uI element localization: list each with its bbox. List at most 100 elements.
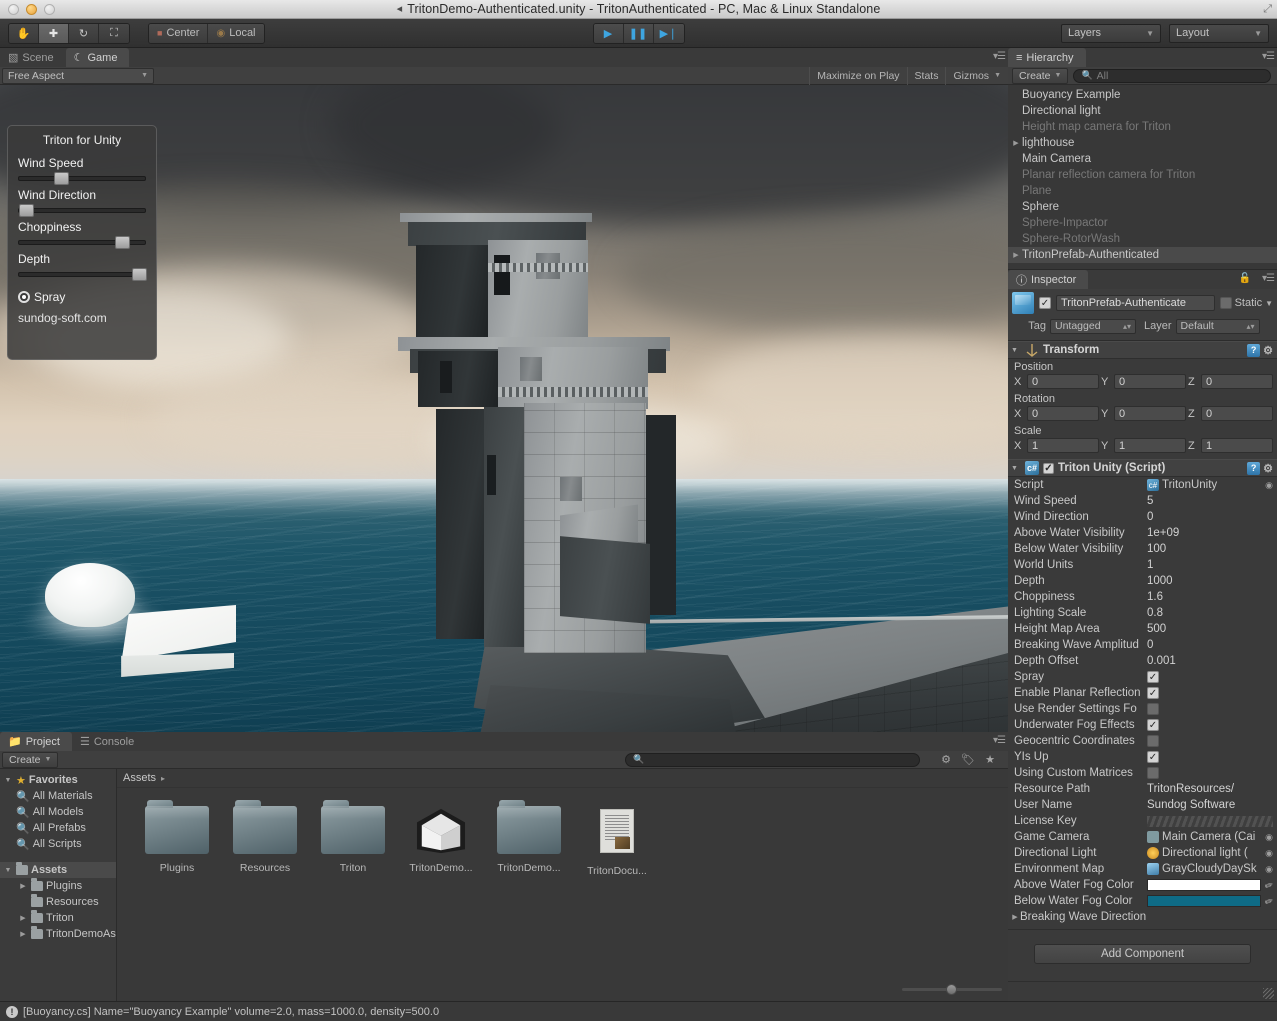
property-checkbox[interactable]: ✓ (1147, 703, 1159, 715)
hierarchy-item-tritonprefab-authenticated[interactable]: ▶ TritonPrefab-Authenticated (1008, 247, 1277, 263)
tree-item-all-materials[interactable]: 🔍 All Materials (0, 788, 116, 804)
project-search-input[interactable]: 🔍 (625, 752, 920, 767)
below-water-fog-color-swatch[interactable] (1147, 895, 1261, 907)
property-row-depth-offset[interactable]: Depth Offset 0.001 (1008, 653, 1277, 669)
tab-game[interactable]: ☾ Game (65, 48, 130, 67)
tree-item-all-scripts[interactable]: 🔍 All Scripts (0, 836, 116, 852)
property-value[interactable]: 0.001 (1147, 655, 1277, 667)
hierarchy-item-lighthouse[interactable]: ▶ lighthouse (1008, 135, 1277, 151)
property-row-wind-direction[interactable]: Wind Direction 0 (1008, 509, 1277, 525)
wind-speed-slider[interactable] (18, 172, 146, 185)
property-row-y-is-up[interactable]: YIs Up ✓ (1008, 749, 1277, 765)
chevron-right-icon[interactable]: ▶ (18, 882, 28, 890)
tree-item-tritondemoassets[interactable]: ▶ TritonDemoAs (0, 926, 116, 942)
chevron-right-icon[interactable]: ▶ (1010, 139, 1022, 147)
rotation-y-field[interactable]: 0 (1114, 406, 1186, 421)
lock-open-icon[interactable]: 🔓 (1239, 273, 1251, 284)
layers-dropdown[interactable]: Layers ▼ (1061, 23, 1161, 43)
property-row-height-map-area[interactable]: Height Map Area 500 (1008, 621, 1277, 637)
spray-radio-icon[interactable] (18, 291, 30, 303)
hierarchy-item-buoyancy-example[interactable]: Buoyancy Example (1008, 87, 1277, 103)
status-bar[interactable]: ! [Buoyancy.cs] Name="Buoyancy Example" … (0, 1001, 1277, 1021)
property-row-world-units[interactable]: World Units 1 (1008, 557, 1277, 573)
property-value[interactable]: 0 (1147, 639, 1277, 651)
tree-item-all-prefabs[interactable]: 🔍 All Prefabs (0, 820, 116, 836)
panel-menu-icon[interactable]: ▾☰ (993, 51, 1006, 62)
gear-icon[interactable]: ⚙ (1263, 462, 1273, 475)
scale-x-field[interactable]: 1 (1027, 438, 1099, 453)
rotate-tool-button[interactable]: ↻ (69, 23, 99, 43)
help-icon[interactable]: ? (1247, 343, 1261, 357)
hand-tool-button[interactable]: ✋ (9, 23, 39, 43)
property-object-ref[interactable]: Main Camera (Cai ◉ (1147, 831, 1277, 843)
layer-dropdown[interactable]: Default ▴▾ (1175, 318, 1260, 334)
object-picker-icon[interactable]: ◉ (1265, 480, 1277, 491)
tab-scene[interactable]: ▧ Scene (0, 48, 66, 67)
chevron-right-icon[interactable]: ▶ (1010, 913, 1020, 921)
gear-icon[interactable]: ⚙ (1263, 344, 1273, 357)
favorite-star-icon[interactable]: ★ (979, 752, 1001, 768)
property-checkbox[interactable]: ✓ (1147, 767, 1159, 779)
property-value[interactable]: 0 (1147, 511, 1277, 523)
filter-by-type-icon[interactable]: ⚙ (935, 752, 957, 768)
property-row-directional-light[interactable]: Directional Light Directional light ( ◉ (1008, 845, 1277, 861)
panel-menu-icon[interactable]: ▾☰ (1262, 51, 1275, 62)
transform-component-header[interactable]: ▼ Transform ? ⚙ (1008, 341, 1277, 359)
object-picker-icon[interactable]: ◉ (1265, 864, 1277, 875)
property-value[interactable]: 5 (1147, 495, 1277, 507)
property-row-user-name[interactable]: User Name Sundog Software (1008, 797, 1277, 813)
property-row-below-water-fog-color[interactable]: Below Water Fog Color ✏ (1008, 893, 1277, 909)
property-row-breaking-wave-amplitude[interactable]: Breaking Wave Amplitud 0 (1008, 637, 1277, 653)
asset-item[interactable]: TritonDemo... (491, 800, 567, 877)
property-row-environment-map[interactable]: Environment Map GrayCloudyDaySk ◉ (1008, 861, 1277, 877)
property-row-above-water-fog-color[interactable]: Above Water Fog Color ✏ (1008, 877, 1277, 893)
property-value[interactable]: 0.8 (1147, 607, 1277, 619)
object-name-field[interactable]: TritonPrefab-Authenticate (1056, 295, 1215, 311)
hierarchy-item-height-map-camera[interactable]: Height map camera for Triton (1008, 119, 1277, 135)
property-row-lighting-scale[interactable]: Lighting Scale 0.8 (1008, 605, 1277, 621)
tree-item-resources[interactable]: Resources (0, 894, 116, 910)
property-value[interactable]: TritonResources/ (1147, 783, 1277, 795)
help-icon[interactable]: ? (1247, 461, 1261, 475)
component-enabled-checkbox[interactable]: ✓ (1043, 462, 1054, 474)
hierarchy-create-button[interactable]: Create ▼ (1012, 67, 1069, 84)
property-object-ref[interactable]: GrayCloudyDaySk ◉ (1147, 863, 1277, 875)
static-toggle[interactable]: ✓ Static ▼ (1219, 297, 1273, 309)
slider-handle[interactable] (53, 172, 69, 185)
position-y-field[interactable]: 0 (1114, 374, 1186, 389)
tree-item-plugins[interactable]: ▶ Plugins (0, 878, 116, 894)
license-key-masked-field[interactable] (1147, 815, 1273, 827)
property-row-below-water-visibility[interactable]: Below Water Visibility 100 (1008, 541, 1277, 557)
chevron-right-icon[interactable]: ▶ (18, 914, 28, 922)
hierarchy-item-directional-light[interactable]: Directional light (1008, 103, 1277, 119)
property-checkbox[interactable]: ✓ (1147, 719, 1159, 731)
property-row-use-render-settings-fog[interactable]: Use Render Settings Fo ✓ (1008, 701, 1277, 717)
eyedropper-icon[interactable]: ✏ (1263, 894, 1277, 908)
property-row-wind-speed[interactable]: Wind Speed 5 (1008, 493, 1277, 509)
depth-slider[interactable] (18, 268, 147, 281)
chevron-right-icon[interactable]: ▶ (18, 930, 28, 938)
wind-direction-slider[interactable] (18, 204, 146, 217)
hierarchy-item-main-camera[interactable]: Main Camera (1008, 151, 1277, 167)
static-checkbox[interactable]: ✓ (1219, 297, 1232, 309)
move-tool-button[interactable]: ✚ (39, 23, 69, 43)
scale-tool-button[interactable]: ⛶ (99, 23, 129, 43)
spray-toggle-row[interactable]: Spray (18, 290, 146, 304)
rotation-z-field[interactable]: 0 (1201, 406, 1273, 421)
property-row-license-key[interactable]: License Key (1008, 813, 1277, 829)
object-enabled-checkbox[interactable]: ✓ (1039, 297, 1051, 309)
choppiness-slider[interactable] (18, 236, 146, 249)
asset-item[interactable]: Plugins (139, 800, 215, 877)
chevron-down-icon[interactable]: ▼ (3, 777, 13, 784)
property-row-enable-planar-reflection[interactable]: Enable Planar Reflection ✓ (1008, 685, 1277, 701)
property-object-ref[interactable]: c# TritonUnity ◉ (1147, 479, 1277, 491)
property-value[interactable]: Sundog Software (1147, 799, 1277, 811)
property-value[interactable]: 500 (1147, 623, 1277, 635)
asset-item[interactable]: TritonDocu... (579, 806, 655, 877)
panel-menu-icon[interactable]: ▾☰ (1262, 273, 1275, 284)
layout-dropdown[interactable]: Layout ▼ (1169, 23, 1269, 43)
play-button[interactable]: ▶ (593, 23, 624, 43)
chevron-down-icon[interactable]: ▼ (1265, 299, 1273, 308)
property-value[interactable]: 1 (1147, 559, 1277, 571)
asset-item[interactable]: TritonDemo... (403, 806, 479, 877)
